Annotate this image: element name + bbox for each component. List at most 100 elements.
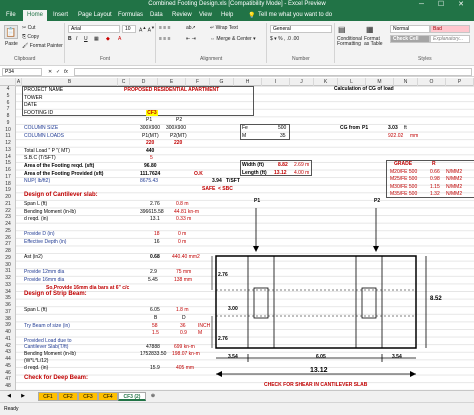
cell-b35[interactable]: Try Beam of size (in) bbox=[24, 323, 70, 329]
row-header[interactable]: 45 bbox=[0, 363, 16, 369]
style-check-cell[interactable]: Check Cell bbox=[390, 35, 430, 43]
cg-mm[interactable]: 922.02 bbox=[388, 133, 403, 139]
cell-b5[interactable]: TOWER bbox=[24, 95, 43, 101]
cell-e38[interactable]: 699 kn-m bbox=[174, 344, 195, 350]
menu-formulas[interactable]: Formulas bbox=[118, 12, 143, 18]
cell-b43[interactable]: Check for Deep Beam: bbox=[24, 375, 88, 381]
row-header[interactable]: 39 bbox=[0, 322, 16, 328]
cell-d38[interactable]: 47888 bbox=[146, 344, 160, 350]
cancel-icon[interactable]: ✕ bbox=[48, 69, 52, 75]
col-i[interactable]: I bbox=[262, 78, 290, 86]
style-bad[interactable]: Bad bbox=[430, 25, 470, 33]
row-header[interactable]: 10 bbox=[0, 127, 16, 133]
row-header[interactable]: 18 bbox=[0, 181, 16, 187]
row-header[interactable]: 13 bbox=[0, 147, 16, 153]
width-value[interactable]: 8.82 bbox=[278, 162, 288, 168]
cell-d14[interactable]: 96.80 bbox=[144, 163, 157, 169]
grade-r-value[interactable]: 0.98 bbox=[430, 176, 440, 182]
cell-e20[interactable]: 44.81 kn-m bbox=[174, 209, 199, 215]
cell-b14[interactable]: Area of the Footing reqd. (sft) bbox=[24, 163, 94, 169]
cell-d9[interactable]: 300X900 bbox=[140, 125, 160, 131]
cell-b41[interactable]: d reqd. (in) bbox=[24, 365, 48, 371]
row-header[interactable]: 42 bbox=[0, 343, 16, 349]
cell-d29[interactable]: 5.45 bbox=[148, 277, 158, 283]
row-header[interactable]: 38 bbox=[0, 316, 16, 322]
col-d[interactable]: D bbox=[130, 78, 158, 86]
tab-cf3[interactable]: CF3 bbox=[78, 392, 98, 401]
cell-e9[interactable]: 300X900 bbox=[166, 125, 186, 131]
format-painter-button[interactable]: 🖌 Format Painter bbox=[22, 43, 63, 49]
cell-e28[interactable]: 75 mm bbox=[176, 269, 191, 275]
cell-b12[interactable]: Total Load " P "( MT) bbox=[24, 148, 70, 154]
cell-e19[interactable]: 0.8 m bbox=[176, 201, 189, 207]
tab-scroll-left[interactable]: ◀ bbox=[2, 392, 16, 401]
row-header[interactable]: 47 bbox=[0, 376, 16, 382]
row-header[interactable]: 29 bbox=[0, 255, 16, 261]
cg-from-p1[interactable]: P1 bbox=[362, 125, 368, 131]
width-m[interactable]: 2.69 m bbox=[294, 162, 309, 168]
menu-data[interactable]: Data bbox=[150, 12, 163, 18]
row-header[interactable]: 25 bbox=[0, 228, 16, 234]
cell-d13[interactable]: 5 bbox=[150, 155, 153, 161]
cell-e21[interactable]: 0.33 m bbox=[176, 216, 191, 222]
cell-d35[interactable]: 58 bbox=[152, 323, 158, 329]
row-header[interactable]: 12 bbox=[0, 140, 16, 146]
row-header[interactable]: 33 bbox=[0, 282, 16, 288]
row-header[interactable]: 30 bbox=[0, 262, 16, 268]
cell-f15[interactable]: O.K bbox=[194, 171, 203, 177]
cell-e36[interactable]: 0.9 bbox=[180, 330, 187, 336]
cell-d41[interactable]: 15.9 bbox=[150, 365, 160, 371]
cell-b37[interactable]: Provided Load due to bbox=[24, 338, 72, 344]
row-header[interactable]: 16 bbox=[0, 167, 16, 173]
cell-e29[interactable]: 138 mm bbox=[174, 277, 192, 283]
row-header[interactable]: 17 bbox=[0, 174, 16, 180]
format-table-icon[interactable]: ▦ bbox=[366, 25, 374, 34]
align-left-icon[interactable]: ≡ ≡ ≡ bbox=[159, 36, 171, 42]
row-header[interactable]: 19 bbox=[0, 187, 16, 193]
cell-d24[interactable]: 16 bbox=[154, 239, 160, 245]
cell-d23[interactable]: 18 bbox=[154, 231, 160, 237]
menu-insert[interactable]: Insert bbox=[53, 12, 68, 18]
grade-header[interactable]: GRADE bbox=[394, 161, 412, 167]
shear-title[interactable]: CHECK FOR SHEAR IN CANTILEVER SLAB bbox=[264, 382, 367, 388]
row-header[interactable]: 26 bbox=[0, 235, 16, 241]
width-label[interactable]: Width (ft) bbox=[242, 162, 264, 168]
grade-r-value[interactable]: 0.66 bbox=[430, 169, 440, 175]
cell-b31[interactable]: Design of Strip Beam: bbox=[24, 291, 87, 297]
row-header[interactable]: 34 bbox=[0, 289, 16, 295]
cell-b20[interactable]: Bending Moment (in-lb) bbox=[24, 209, 76, 215]
grade-name[interactable]: M30/FE 500 bbox=[390, 184, 417, 190]
select-all[interactable] bbox=[0, 78, 16, 86]
cell-b40[interactable]: (W*L*L/12) bbox=[24, 358, 48, 364]
wrap-text-button[interactable]: ↵ Wrap Text bbox=[210, 25, 238, 31]
tab-cf1[interactable]: CF1 bbox=[38, 392, 58, 401]
cell-b15[interactable]: Area of the Footing Provided (sft) bbox=[24, 171, 103, 177]
row-header[interactable]: 40 bbox=[0, 329, 16, 335]
row-header[interactable]: 48 bbox=[0, 383, 16, 389]
cell-d7[interactable]: CF3 bbox=[146, 109, 158, 116]
name-box[interactable]: P34 bbox=[2, 68, 42, 76]
borders-icon[interactable]: ▦ bbox=[94, 36, 99, 42]
cg-from-label[interactable]: CG from bbox=[340, 125, 360, 131]
cell-e41[interactable]: 405 mm bbox=[176, 365, 194, 371]
cell-b6[interactable]: DATE bbox=[24, 102, 37, 108]
tell-me-search[interactable]: Tell me what you want to do bbox=[258, 12, 332, 18]
col-c[interactable]: C bbox=[118, 78, 130, 86]
col-p[interactable]: P bbox=[446, 78, 474, 86]
font-size-controls[interactable]: A▲ A▼ bbox=[139, 25, 155, 34]
row-header[interactable]: 36 bbox=[0, 302, 16, 308]
col-f[interactable]: F bbox=[186, 78, 210, 86]
cell-b28[interactable]: Provide 12mm dia bbox=[24, 269, 64, 275]
cell-d21[interactable]: 13.1 bbox=[150, 216, 160, 222]
enter-icon[interactable]: ✓ bbox=[56, 69, 60, 75]
cell-f16[interactable]: 3.94 bbox=[212, 178, 222, 184]
row-header[interactable]: 46 bbox=[0, 370, 16, 376]
cell-b4[interactable]: PROJECT NAME bbox=[24, 87, 63, 93]
grade-unit[interactable]: N/MM2 bbox=[446, 184, 462, 190]
cell-d4[interactable]: PROPOSED RESIDENTIAL APARTMENT bbox=[124, 87, 219, 93]
grade-name[interactable]: M25/FE 500 bbox=[390, 176, 417, 182]
cell-e33[interactable]: 1.8 m bbox=[176, 307, 189, 313]
row-header[interactable]: 14 bbox=[0, 154, 16, 160]
grade-unit[interactable]: N/MM2 bbox=[446, 176, 462, 182]
cell-e26[interactable]: 440.40 mm2 bbox=[172, 254, 200, 260]
